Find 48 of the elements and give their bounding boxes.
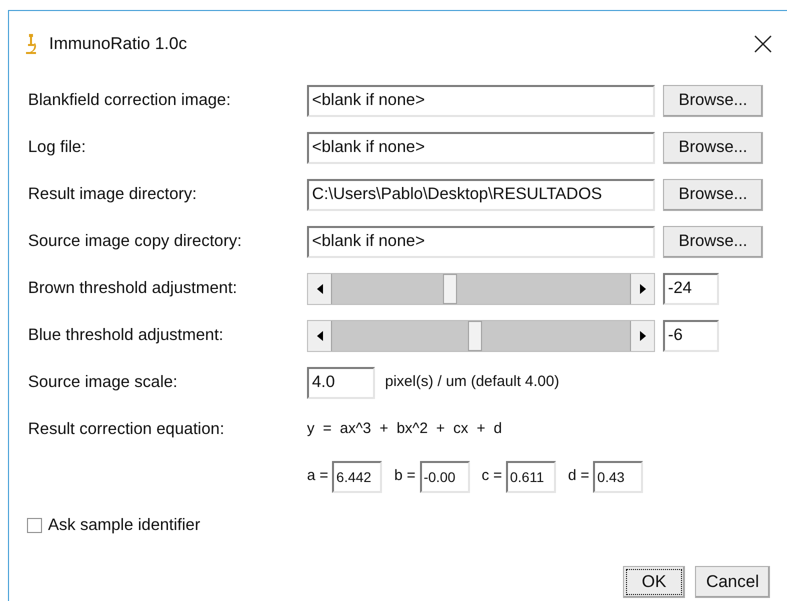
text-field[interactable]: C:\Users\Pablo\Desktop\RESULTADOS [307, 178, 655, 210]
checkbox[interactable] [27, 518, 42, 532]
text-field[interactable]: <blank if none> [307, 132, 655, 164]
checkbox-label: Ask sample identifier [48, 514, 200, 536]
microscope-icon [23, 33, 39, 55]
dialog-button[interactable]: OK [623, 566, 686, 598]
right-arrow-icon [640, 330, 646, 340]
left-arrow-icon [316, 284, 322, 294]
coefficient-field[interactable]: 0.611 [506, 460, 556, 492]
field-label: Blue threshold adjustment: [28, 325, 224, 346]
scrollbar[interactable] [307, 320, 655, 352]
coefficient-label: c = [482, 466, 502, 486]
window-title: ImmunoRatio 1.0c [49, 33, 187, 56]
scroll-thumb[interactable] [442, 274, 457, 304]
scroll-right-button[interactable] [630, 320, 654, 350]
scroll-left-button[interactable] [308, 320, 332, 350]
scale-field[interactable]: 4.0 [307, 366, 375, 398]
unit-label: pixel(s) / um (default 4.00) [385, 372, 560, 392]
coefficient-field[interactable]: 0.43 [593, 460, 644, 492]
browse-button[interactable]: Browse... [663, 132, 763, 164]
text-field[interactable]: <blank if none> [307, 84, 655, 116]
close-icon [754, 35, 772, 53]
field-label: Source image scale: [28, 372, 178, 394]
coefficient-label: a = [307, 466, 328, 486]
field-label: Log file: [28, 137, 87, 158]
value-field[interactable]: -6 [663, 320, 719, 352]
scrollbar[interactable] [307, 272, 655, 304]
coefficient-label: d = [568, 466, 590, 486]
value-field[interactable]: -24 [663, 272, 719, 304]
scroll-left-button[interactable] [308, 274, 332, 304]
field-label: Result correction equation: [28, 419, 226, 440]
coefficient-field[interactable]: 6.442 [332, 460, 382, 492]
scroll-thumb[interactable] [468, 320, 482, 350]
right-arrow-icon [640, 284, 646, 294]
left-arrow-icon [316, 330, 322, 340]
field-label: Brown threshold adjustment: [28, 278, 238, 300]
coefficient-label: b = [394, 466, 416, 486]
field-label: Source image copy directory: [28, 231, 243, 252]
browse-button[interactable]: Browse... [663, 178, 763, 210]
scroll-right-button[interactable] [630, 274, 654, 304]
browse-button[interactable]: Browse... [663, 84, 763, 116]
text-field[interactable]: <blank if none> [307, 226, 655, 258]
coefficient-field[interactable]: -0.00 [420, 460, 470, 492]
field-label: Result image directory: [28, 184, 198, 206]
browse-button[interactable]: Browse... [663, 226, 763, 258]
dialog-button[interactable]: Cancel [695, 566, 770, 598]
equation-text: y = ax^3 + bx^2 + cx + d [307, 419, 502, 440]
field-label: Blankfield correction image: [28, 90, 232, 112]
